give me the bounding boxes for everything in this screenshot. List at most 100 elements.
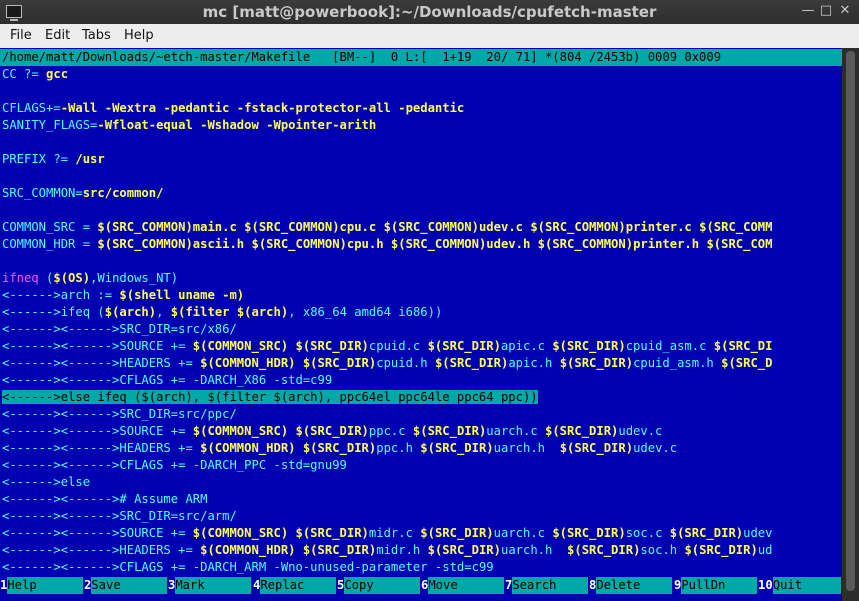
- code-token: <------><------>: [2, 322, 120, 336]
- fkey-replac-button[interactable]: 4Replac: [253, 577, 337, 594]
- code-token: $(SRC_DIR): [669, 526, 744, 540]
- code-line: <------>else: [2, 474, 90, 491]
- code-line: <------><------># Assume ARM: [2, 491, 207, 508]
- fkey-label: Delete: [596, 577, 673, 594]
- code-token: ppc.c: [368, 424, 413, 438]
- fkey-number: 9: [674, 578, 682, 592]
- code-token: $(SRC_DIR): [412, 424, 487, 438]
- code-line: <------>ifeq ($(arch), $(filter $(arch),…: [2, 304, 442, 321]
- code-token: CFLAGS += -DARCH_PPC -std=gnu99: [119, 458, 347, 472]
- code-token: SOURCE +=: [119, 424, 193, 438]
- code-token: PREFIX ?=: [2, 152, 76, 166]
- code-token: <------><------>: [2, 543, 120, 557]
- editor-area[interactable]: /home/matt/Downloads/~etch-master/Makefi…: [0, 48, 859, 601]
- fkey-number: 6: [421, 578, 429, 592]
- code-token: COMMON_SRC =: [2, 220, 98, 234]
- fkey-mark-button[interactable]: 3Mark: [168, 577, 252, 594]
- fkey-label: Replac: [260, 577, 337, 594]
- code-token: <------>else ifeq ($(arch), $(filter $(a…: [2, 390, 538, 404]
- code-token: SRC_DIR=src/x86/: [119, 322, 237, 336]
- menu-file[interactable]: File: [10, 28, 32, 43]
- menu-bar: File Edit Tabs Help: [0, 24, 859, 48]
- fkey-quit-button[interactable]: 10Quit: [758, 577, 842, 594]
- window-title: mc [matt@powerbook]:~/Downloads/cpufetch…: [202, 3, 657, 21]
- code-token: uarch.h: [500, 543, 568, 557]
- fkey-number: 4: [253, 578, 261, 592]
- code-line: <------><------>CFLAGS += -DARCH_PPC -st…: [2, 457, 347, 474]
- code-token: HEADERS +=: [119, 356, 201, 370]
- scrollbar-thumb[interactable]: [846, 51, 855, 591]
- code-token: <------><------>: [2, 356, 120, 370]
- minimize-icon[interactable]: —: [800, 3, 816, 19]
- code-line: COMMON_SRC = $(SRC_COMMON)main.c $(SRC_C…: [2, 219, 772, 236]
- code-token: $(SRC_DIR): [552, 339, 626, 353]
- menu-tabs[interactable]: Tabs: [82, 28, 111, 43]
- code-token: CFLAGS += -DARCH_X86 -std=c99: [119, 373, 333, 387]
- title-bar[interactable]: mc [matt@powerbook]:~/Downloads/cpufetch…: [0, 0, 859, 24]
- code-line: <------><------>SOURCE += $(COMMON_SRC) …: [2, 338, 772, 355]
- close-icon[interactable]: ✕: [837, 3, 853, 19]
- code-token: $(SRC_DIR): [567, 543, 641, 557]
- code-token: udev: [743, 526, 773, 540]
- menu-edit[interactable]: Edit: [45, 28, 70, 43]
- code-token: $(SRC_COMMON): [97, 237, 193, 251]
- code-token: <------><------>: [2, 424, 120, 438]
- fkey-search-button[interactable]: 7Search: [505, 577, 589, 594]
- code-token: soc.c: [625, 526, 670, 540]
- code-token: arch :=: [60, 288, 120, 302]
- code-token: CFLAGS += -DARCH_ARM -Wno-unused-paramet…: [119, 560, 494, 574]
- code-token: uarch.h: [493, 441, 560, 455]
- terminal-window: mc [matt@powerbook]:~/Downloads/cpufetch…: [0, 0, 859, 601]
- fkey-save-button[interactable]: 2Save: [84, 577, 168, 594]
- fkey-label: Mark: [175, 577, 252, 594]
- code-token: <------><------>: [2, 339, 120, 353]
- code-token: printer.h: [633, 237, 707, 251]
- fkey-move-button[interactable]: 6Move: [421, 577, 505, 594]
- code-line: CC ?= gcc: [2, 66, 68, 83]
- menu-help[interactable]: Help: [124, 28, 154, 43]
- code-token: cpuid.c: [368, 339, 428, 353]
- editor-status-line: /home/matt/Downloads/~etch-master/Makefi…: [0, 49, 844, 66]
- code-token: $(SRC_COMMON): [251, 237, 347, 251]
- code-token: -Wfloat-equal -Wshadow -Wpointer-arith: [97, 118, 377, 132]
- code-token: SANITY_FLAGS=: [2, 118, 98, 132]
- code-token: $(filter $(arch): [170, 305, 289, 319]
- code-token: <------><------>: [2, 509, 120, 523]
- code-token: $(COMMON_SRC) $(SRC_DIR): [192, 526, 369, 540]
- scrollbar[interactable]: [842, 48, 859, 601]
- code-token: $(SRC_DIR): [545, 424, 619, 438]
- code-token: udev.c: [478, 220, 531, 234]
- fkey-number: 8: [589, 578, 597, 592]
- code-token: ppc.h: [376, 441, 421, 455]
- code-token: <------>: [2, 305, 61, 319]
- code-token: $(SRC_DIR): [427, 543, 501, 557]
- fkey-pulldn-button[interactable]: 9PullDn: [674, 577, 758, 594]
- fkey-label: Search: [512, 577, 589, 594]
- code-token: $(SRC_COMM: [699, 220, 773, 234]
- code-token: else: [60, 475, 91, 489]
- code-token: soc.h: [640, 543, 685, 557]
- fkey-number: 5: [337, 578, 345, 592]
- code-token: udev.h: [486, 237, 538, 251]
- code-token: <------><------>: [2, 441, 120, 455]
- code-token: $(COMMON_HDR) $(SRC_DIR): [200, 543, 377, 557]
- fkey-delete-button[interactable]: 8Delete: [589, 577, 673, 594]
- fkey-help-button[interactable]: 1Help: [0, 577, 84, 594]
- code-token: printer.c: [625, 220, 700, 234]
- code-token: <------>: [2, 288, 61, 302]
- fkey-copy-button[interactable]: 5Copy: [337, 577, 421, 594]
- code-token: SOURCE +=: [119, 339, 193, 353]
- code-token: apic.c: [500, 339, 553, 353]
- code-token: SOURCE +=: [119, 526, 193, 540]
- code-token: SRC_COMMON=: [2, 186, 83, 200]
- code-token: $(SRC_COMMON): [244, 220, 340, 234]
- code-line: SRC_COMMON=src/common/: [2, 185, 163, 202]
- code-line: COMMON_HDR = $(SRC_COMMON)ascii.h $(SRC_…: [2, 236, 772, 253]
- code-token: gcc: [46, 67, 69, 81]
- maximize-icon[interactable]: □: [818, 3, 834, 19]
- fkey-number: 10: [758, 578, 773, 592]
- code-token: $(SRC_DIR): [420, 441, 494, 455]
- code-token: cpu.c: [339, 220, 384, 234]
- code-token: <------><------>: [2, 373, 120, 387]
- code-line: CFLAGS+=-Wall -Wextra -pedantic -fstack-…: [2, 100, 464, 117]
